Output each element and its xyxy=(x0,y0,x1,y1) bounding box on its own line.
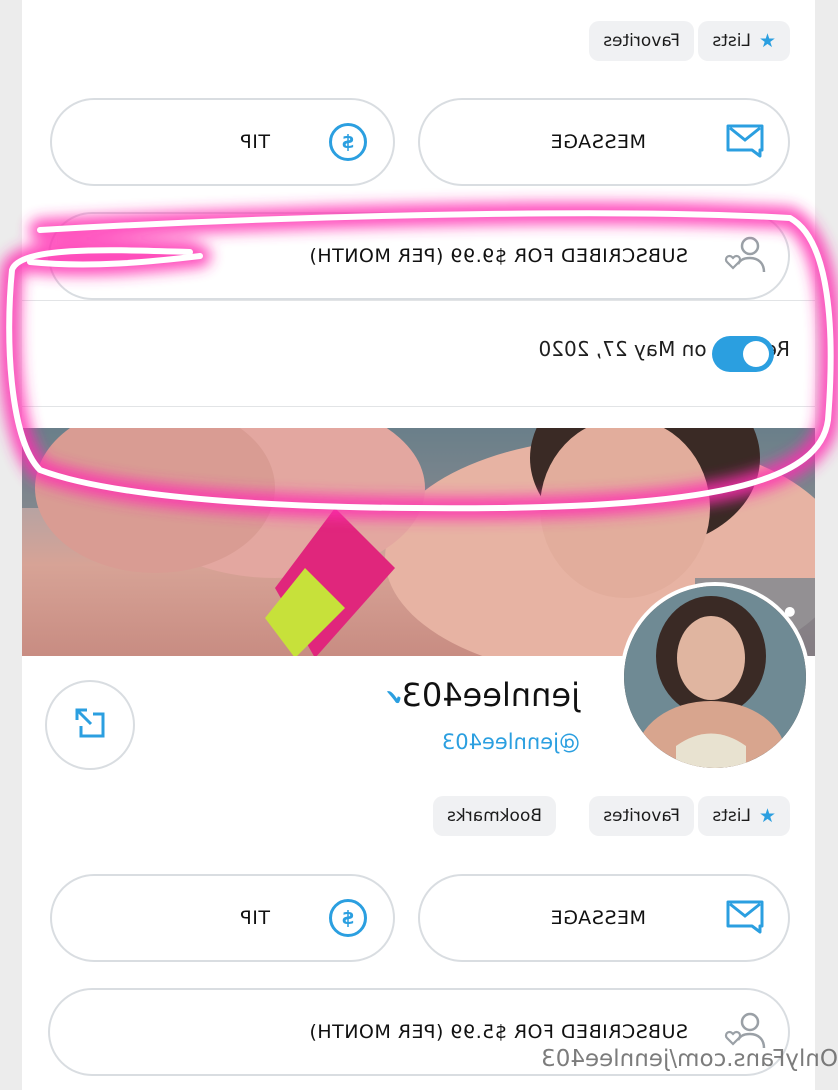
subscribed-label: SUBSCRIBED FOR $5.99 (PER MONTH) xyxy=(308,1021,688,1043)
chip-label: Bookmarks xyxy=(447,806,542,826)
share-button[interactable] xyxy=(45,680,135,770)
user-heart-icon xyxy=(724,234,766,278)
subscribed-button[interactable]: SUBSCRIBED FOR $9.99 (PER MONTH) xyxy=(48,212,790,300)
mirrored-screenshot: ★ Lists Favorites MESSAGE $ TIP SUBSCRIB… xyxy=(0,0,838,1090)
chip-label: Favorites xyxy=(603,31,680,51)
tip-button[interactable]: $ TIP xyxy=(50,98,395,186)
chip-favorites[interactable]: Favorites xyxy=(589,21,694,61)
chip-label: Favorites xyxy=(603,806,680,826)
envelope-icon xyxy=(724,122,766,162)
message-button[interactable]: MESSAGE xyxy=(418,98,790,186)
envelope-icon xyxy=(724,898,766,938)
tip-button[interactable]: $ TIP xyxy=(50,874,395,962)
chip-bookmarks[interactable]: Bookmarks xyxy=(433,796,556,836)
toggle-knob xyxy=(743,341,769,367)
dollar-icon: $ xyxy=(329,123,367,161)
chip-label: Lists xyxy=(712,31,751,51)
verified-icon: ✔ xyxy=(384,686,403,711)
tip-label: TIP xyxy=(239,907,270,929)
subscribed-label: SUBSCRIBED FOR $9.99 (PER MONTH) xyxy=(308,245,688,267)
star-icon: ★ xyxy=(758,805,776,827)
star-icon: ★ xyxy=(758,30,776,52)
chip-label: Lists xyxy=(712,806,751,826)
dollar-icon: $ xyxy=(329,899,367,937)
avatar-photo xyxy=(624,586,806,772)
message-button[interactable]: MESSAGE xyxy=(418,874,790,962)
message-label: MESSAGE xyxy=(550,907,646,929)
message-label: MESSAGE xyxy=(550,131,646,153)
renew-row: Renews on May 27, 2020 xyxy=(22,300,815,407)
display-name: jennlee403 xyxy=(401,676,580,714)
share-icon xyxy=(71,704,109,746)
avatar[interactable] xyxy=(620,582,810,772)
chip-favorites[interactable]: Favorites xyxy=(589,796,694,836)
tip-label: TIP xyxy=(239,131,270,153)
profile-page: ★ Lists Favorites MESSAGE $ TIP SUBSCRIB… xyxy=(22,0,815,1090)
watermark: OnlyFans.com/jennlee403 xyxy=(541,1046,838,1072)
chip-lists[interactable]: ★ Lists xyxy=(698,21,790,61)
handle[interactable]: @jennlee403 xyxy=(442,730,580,754)
chip-lists[interactable]: ★ Lists xyxy=(698,796,790,836)
auto-renew-toggle[interactable] xyxy=(712,336,774,372)
